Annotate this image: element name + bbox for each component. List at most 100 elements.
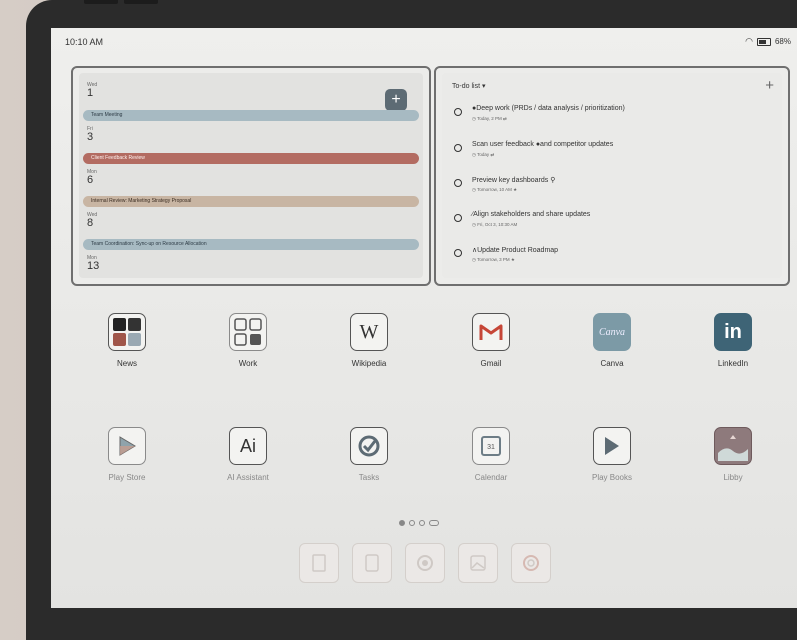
search-icon: ⚲ [550, 177, 556, 184]
browser-icon[interactable] [511, 543, 551, 583]
app-canva[interactable]: Canva Canva [572, 313, 652, 368]
task-due: Tomorrow, 10 AM [477, 187, 512, 192]
task-meta: ◷ Today ⇄ [472, 152, 495, 157]
canva-glyph: Canva [598, 326, 626, 338]
calendar-glyph: 31 [481, 436, 501, 456]
calendar-event[interactable]: Team Coordination: Sync-up on Resource A… [83, 239, 419, 250]
add-event-button[interactable]: + [385, 89, 407, 111]
calendar-event[interactable]: Client Feedback Review [83, 153, 419, 164]
work-folder-icon [229, 313, 267, 351]
task-title-text: Preview key dashboards [472, 177, 549, 184]
day-number: 3 [87, 131, 94, 143]
status-icons: ◠ 68% [745, 36, 791, 47]
agenda-day[interactable]: Wed 1 [87, 82, 97, 99]
app-label: News [116, 359, 137, 368]
tasks-icon [350, 427, 388, 465]
app-calendar[interactable]: 31 Calendar [451, 427, 531, 482]
wikipedia-glyph: W [359, 320, 379, 343]
app-libby[interactable]: Libby [693, 427, 773, 482]
agenda-day[interactable]: Wed 8 [87, 212, 97, 229]
day-number: 8 [87, 217, 94, 229]
task-checkbox[interactable] [454, 108, 462, 116]
app-ai-assistant[interactable]: Ai AI Assistant [208, 427, 288, 482]
caret-down-icon: ▾ [481, 83, 486, 90]
libby-icon [714, 427, 752, 465]
gmail-icon [472, 313, 510, 351]
agenda-day[interactable]: Mon 13 [87, 255, 99, 272]
app-play-store[interactable]: Play Store [87, 427, 167, 482]
page-dot[interactable] [399, 520, 405, 526]
task-meta: ◷ Tomorrow, 10 AM ★ [472, 187, 518, 192]
todo-title: To-do list [452, 83, 481, 90]
play-books-icon [593, 427, 631, 465]
add-task-icon[interactable]: + [765, 77, 774, 94]
app-dock [299, 543, 551, 583]
page-dot[interactable] [429, 520, 439, 526]
app-label: Play Books [591, 473, 633, 482]
task-meta: ◷ Today, 2 PM ⇄ [472, 116, 507, 121]
app-gmail[interactable]: Gmail [451, 313, 531, 368]
play-store-icon [108, 427, 146, 465]
day-number: 6 [87, 174, 94, 186]
task-due: Today, 2 PM [477, 116, 502, 121]
todo-widget[interactable]: To-do list ▾ + ●Deep work (PRDs / data a… [434, 66, 790, 286]
app-news[interactable]: News [87, 313, 167, 368]
power-button [124, 0, 158, 4]
app-label: Tasks [358, 473, 380, 482]
task-title: Scan user feedback ●and competitor updat… [472, 141, 614, 148]
day-number: 1 [87, 87, 94, 99]
task-meta: ◷ Tomorrow, 3 PM ★ [472, 257, 515, 262]
page-indicator[interactable] [399, 520, 439, 526]
app-tasks[interactable]: Tasks [329, 427, 409, 482]
linkedin-glyph: in [724, 320, 742, 343]
task-title: Preview key dashboards ⚲ [472, 176, 555, 184]
wikipedia-icon: W [350, 313, 388, 351]
ai-assistant-icon: Ai [229, 427, 267, 465]
app-label: LinkedIn [717, 359, 749, 368]
app-work[interactable]: Work [208, 313, 288, 368]
app-play-books[interactable]: Play Books [572, 427, 652, 482]
page-dot[interactable] [409, 520, 415, 526]
news-folder-icon [108, 313, 146, 351]
calendar-event[interactable]: Internal Review: Marketing Strategy Prop… [83, 196, 419, 207]
task-checkbox[interactable] [454, 214, 462, 222]
task-checkbox[interactable] [454, 249, 462, 257]
battery-icon [756, 37, 771, 46]
task-due: Fri, Oct 3, 10:30 AM [477, 222, 518, 227]
app-label: Work [238, 359, 258, 368]
library-icon[interactable] [352, 543, 392, 583]
agenda-day[interactable]: Fri 3 [87, 126, 93, 143]
task-meta: ◷ Fri, Oct 3, 10:30 AM [472, 222, 518, 227]
notes-icon[interactable] [299, 543, 339, 583]
gallery-icon[interactable] [458, 543, 498, 583]
task-due: Tomorrow, 3 PM [477, 257, 510, 262]
app-label: Libby [723, 473, 743, 482]
settings-icon[interactable] [405, 543, 445, 583]
linkedin-icon: in [714, 313, 752, 351]
task-title: ∕Align stakeholders and share updates [472, 211, 591, 218]
task-title: ●Deep work (PRDs / data analysis / prior… [472, 105, 625, 112]
task-checkbox[interactable] [454, 144, 462, 152]
page-dot[interactable] [419, 520, 425, 526]
day-number: 13 [87, 260, 100, 272]
agenda-day[interactable]: Mon 6 [87, 169, 97, 186]
task-title: ∧Update Product Roadmap [472, 247, 559, 254]
app-label: Gmail [480, 359, 502, 368]
todo-list: To-do list ▾ + ●Deep work (PRDs / data a… [442, 73, 782, 278]
app-label: AI Assistant [227, 473, 269, 482]
app-wikipedia[interactable]: W Wikipedia [329, 313, 409, 368]
app-linkedin[interactable]: in LinkedIn [693, 313, 773, 368]
ai-glyph: Ai [239, 435, 256, 456]
app-label: Calendar [474, 473, 508, 482]
task-due: Today [477, 152, 490, 157]
status-time: 10:10 AM [65, 37, 104, 47]
app-label: Canva [600, 359, 624, 368]
canva-icon: Canva [593, 313, 631, 351]
volume-button [84, 0, 118, 4]
calendar-agenda: Wed 1 + Team Meeting Fri 3 Client Feedba… [79, 73, 423, 278]
todo-list-dropdown[interactable]: To-do list ▾ [452, 82, 485, 90]
battery-percent: 68% [774, 37, 791, 46]
task-checkbox[interactable] [454, 179, 462, 187]
calendar-widget[interactable]: Wed 1 + Team Meeting Fri 3 Client Feedba… [71, 66, 431, 286]
calendar-event[interactable]: Team Meeting [83, 110, 419, 121]
